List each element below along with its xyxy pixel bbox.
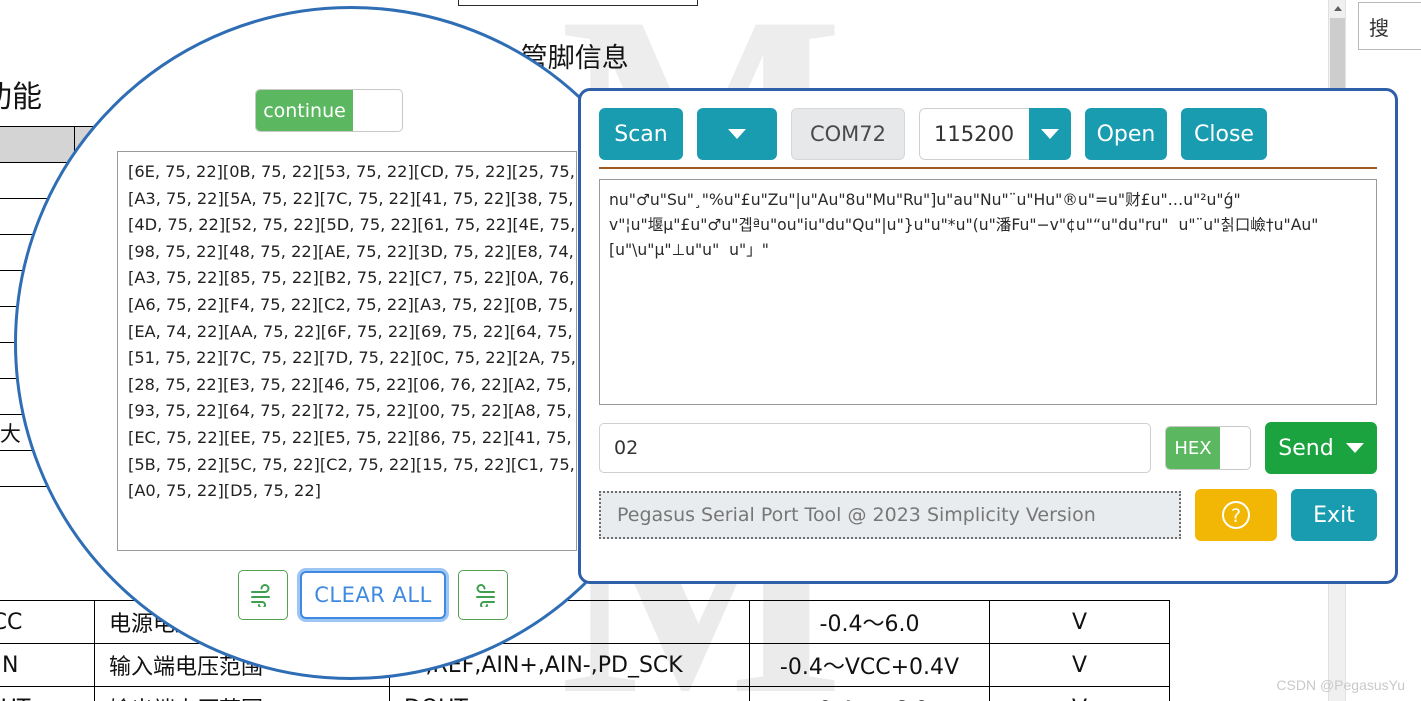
send-button[interactable]: Send: [1265, 422, 1377, 474]
serial-toolbar: Scan COM72 115200 Open Close: [599, 107, 1377, 161]
port-value: COM72: [810, 122, 886, 146]
send-row: 02 HEX Send: [599, 423, 1377, 473]
wind-icon-right-button[interactable]: [458, 570, 508, 620]
spec-name: VOUT: [0, 687, 95, 701]
triangle-up-icon[interactable]: [1329, 0, 1346, 17]
svg-text:?: ?: [1231, 505, 1241, 527]
csdn-watermark: CSDN @PegasusYu: [1276, 677, 1405, 693]
scan-button-label: Scan: [614, 122, 668, 147]
wind-icon: [469, 583, 497, 607]
search-input[interactable]: 搜: [1358, 2, 1421, 50]
hex-log-textarea[interactable]: [6E, 75, 22][0B, 75, 22][53, 75, 22][CD,…: [117, 151, 577, 551]
baudrate-dropdown-button[interactable]: [1029, 108, 1071, 160]
toolbar-divider: [599, 167, 1377, 169]
hex-toggle[interactable]: HEX: [1165, 426, 1251, 470]
chevron-down-icon: [1041, 129, 1059, 139]
clear-all-button[interactable]: CLEAR ALL: [300, 571, 446, 619]
spec-range: -0.4～VCC+0.4V: [750, 644, 990, 687]
baudrate-select[interactable]: 115200: [919, 108, 1071, 160]
continue-toggle[interactable]: continue: [255, 89, 403, 132]
document-top-field: [458, 0, 698, 6]
open-button-label: Open: [1097, 122, 1156, 147]
receive-textarea[interactable]: nu"♂u"Su"¸"%u"£u"Zu"|u"Au"8u"Mu"Ru"]u"au…: [599, 179, 1377, 405]
send-input[interactable]: 02: [599, 423, 1151, 473]
exit-button[interactable]: Exit: [1291, 489, 1377, 541]
hex-toggle-label: HEX: [1166, 427, 1220, 469]
chevron-down-icon[interactable]: [1346, 443, 1364, 453]
spec-pins: DOUT: [390, 687, 750, 701]
spec-unit: V: [990, 601, 1170, 644]
spec-desc: 输出端电压范围: [95, 687, 390, 701]
status-row: Pegasus Serial Port Tool @ 2023 Simplici…: [599, 489, 1377, 541]
wind-icon: [249, 583, 277, 607]
screenshot-root: M M 功能 图2 管脚信息 脚 计最大 VCC 电源电压范围 VDD -0.4…: [0, 0, 1421, 701]
spec-range: -0.4～6.0: [750, 601, 990, 644]
serial-port-tool-window: Scan COM72 115200 Open Close nu"♂u"Su: [578, 88, 1398, 584]
continue-toggle-label: continue: [256, 90, 353, 131]
clear-all-label: CLEAR ALL: [314, 583, 432, 607]
spec-unit: V: [990, 644, 1170, 687]
chevron-down-icon: [728, 129, 746, 139]
spec-range: -0.4～+6.0: [750, 687, 990, 701]
scan-button[interactable]: Scan: [599, 108, 683, 160]
exit-button-label: Exit: [1313, 503, 1355, 528]
status-bar: Pegasus Serial Port Tool @ 2023 Simplici…: [599, 491, 1181, 539]
clear-controls-row: CLEAR ALL: [238, 570, 508, 620]
port-field[interactable]: COM72: [791, 108, 905, 160]
open-button[interactable]: Open: [1085, 108, 1167, 160]
baudrate-value: 115200: [919, 108, 1029, 160]
close-button[interactable]: Close: [1181, 108, 1267, 160]
scan-dropdown-button[interactable]: [697, 108, 777, 160]
send-input-value: 02: [614, 437, 638, 459]
send-button-label: Send: [1278, 436, 1333, 461]
close-button-label: Close: [1194, 122, 1254, 147]
question-circle-icon: ?: [1219, 498, 1253, 532]
spec-unit: V: [990, 687, 1170, 701]
table-row: VOUT 输出端电压范围 DOUT -0.4～+6.0 V: [0, 687, 1170, 701]
status-text: Pegasus Serial Port Tool @ 2023 Simplici…: [617, 504, 1096, 526]
help-button[interactable]: ?: [1195, 489, 1277, 541]
wind-icon-left-button[interactable]: [238, 570, 288, 620]
